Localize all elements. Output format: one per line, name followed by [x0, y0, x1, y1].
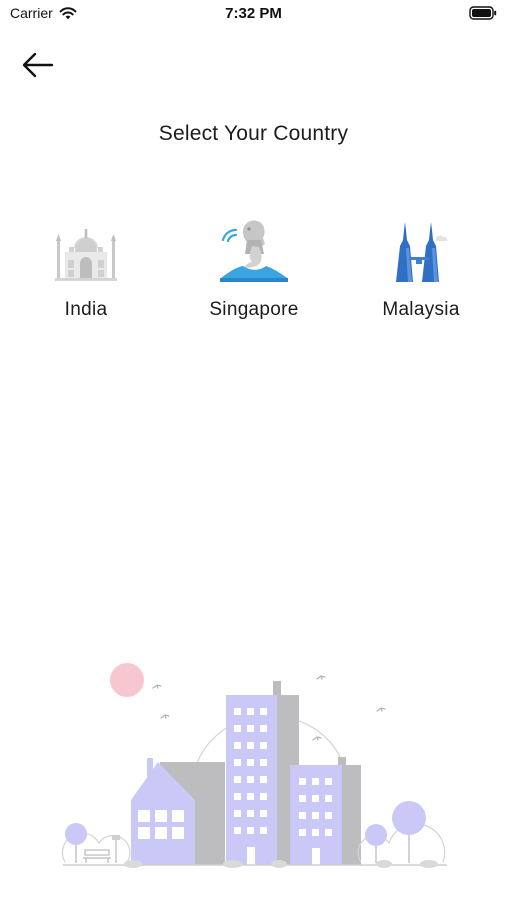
country-option-malaysia[interactable]: Malaysia: [346, 210, 496, 330]
country-label-malaysia: Malaysia: [382, 299, 460, 320]
battery-full-icon: [469, 6, 497, 20]
country-option-india[interactable]: India: [11, 210, 161, 330]
petronas-towers-icon: [396, 222, 448, 282]
country-label-singapore: Singapore: [209, 299, 299, 320]
arrow-left-icon: [22, 52, 54, 78]
merlion-icon: [220, 220, 288, 282]
taj-mahal-icon: [55, 229, 117, 281]
sun-icon: [110, 663, 144, 697]
city-skyline-illustration: [61, 663, 447, 868]
country-label-india: India: [64, 299, 108, 320]
country-option-singapore[interactable]: Singapore: [179, 210, 329, 330]
country-selection-screen: Carrier 7:32 PM Select Your Country Indi…: [0, 0, 507, 900]
status-bar: Carrier 7:32 PM: [0, 0, 507, 28]
status-time: 7:32 PM: [225, 5, 282, 22]
bench-icon: [83, 849, 111, 863]
country-list: India Singapore Malaysia: [0, 210, 507, 330]
page-title: Select Your Country: [158, 122, 349, 145]
back-button[interactable]: [14, 46, 62, 84]
